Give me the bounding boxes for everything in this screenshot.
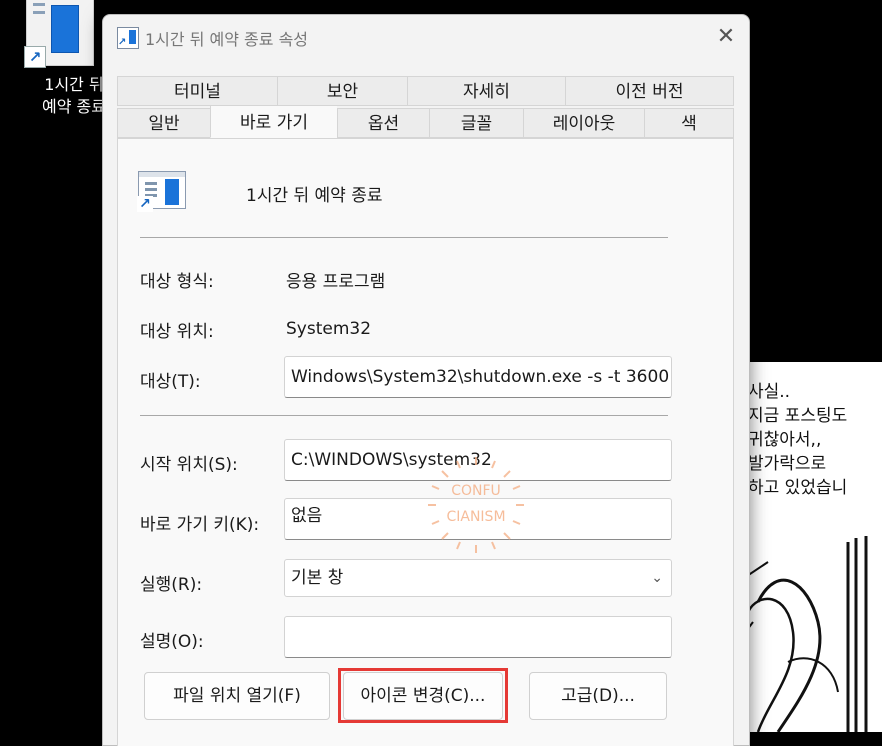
tab-row-bottom: 일반 바로 가기 옵션 글꼴 레이아웃 색 <box>117 105 734 138</box>
red-highlight-box <box>338 668 508 723</box>
comic-drawing <box>738 536 868 732</box>
tab-font[interactable]: 글꼴 <box>429 108 523 138</box>
title-bar[interactable]: ↗ 1시간 뒤 예약 종료 속성 ✕ <box>103 15 749 59</box>
watermark: CONFU CIANISM <box>424 453 528 557</box>
start-in-label: 시작 위치(S): <box>140 455 238 475</box>
target-location-label: 대상 위치: <box>140 322 214 342</box>
tab-options[interactable]: 옵션 <box>337 108 429 138</box>
tab-layout[interactable]: 레이아웃 <box>523 108 644 138</box>
shortcut-app-icon: ↗ <box>137 171 186 212</box>
open-file-location-button[interactable]: 파일 위치 열기(F) <box>144 672 330 720</box>
tab-shortcut[interactable]: 바로 가기 <box>210 105 337 138</box>
run-select[interactable]: 기본 창 ⌄ <box>284 559 672 597</box>
tab-terminal[interactable]: 터미널 <box>117 76 277 106</box>
target-type-value: 응용 프로그램 <box>286 272 386 292</box>
shortcut-name: 1시간 뒤 예약 종료 <box>246 186 383 206</box>
tab-previous-versions[interactable]: 이전 버전 <box>565 76 734 106</box>
close-button[interactable]: ✕ <box>703 15 749 59</box>
shortcut-title-icon: ↗ <box>117 27 139 49</box>
shortcut-key-label: 바로 가기 키(K): <box>140 515 260 535</box>
tab-row-top: 터미널 보안 자세히 이전 버전 <box>117 76 734 106</box>
shortcut-arrow-icon: ↗ <box>24 46 46 68</box>
tab-security[interactable]: 보안 <box>277 76 407 106</box>
tab-general[interactable]: 일반 <box>117 108 210 138</box>
comment-input[interactable] <box>284 616 672 658</box>
tab-details[interactable]: 자세히 <box>407 76 565 106</box>
comic-image: 사실.. 지금 포스팅도 귀찮아서,, 발가락으로 하고 있었습니 <box>738 362 882 732</box>
shortcut-tab-panel: ↗ 1시간 뒤 예약 종료 대상 형식: 응용 프로그램 대상 위치: Syst… <box>117 138 734 746</box>
chevron-down-icon: ⌄ <box>651 570 663 586</box>
properties-dialog: ↗ 1시간 뒤 예약 종료 속성 ✕ 터미널 보안 자세히 이전 버전 일반 바… <box>102 14 750 746</box>
tab-colors[interactable]: 색 <box>644 108 734 138</box>
window-title: 1시간 뒤 예약 종료 속성 <box>145 30 309 49</box>
target-location-value: System32 <box>286 319 372 339</box>
run-label: 실행(R): <box>140 575 203 595</box>
divider <box>140 415 668 416</box>
target-type-label: 대상 형식: <box>140 272 214 292</box>
comment-label: 설명(O): <box>140 632 204 652</box>
target-label: 대상(T): <box>140 372 201 392</box>
target-input[interactable]: Windows\System32\shutdown.exe -s -t 3600 <box>284 356 672 398</box>
advanced-button[interactable]: 고급(D)... <box>529 672 667 720</box>
divider <box>140 237 668 238</box>
